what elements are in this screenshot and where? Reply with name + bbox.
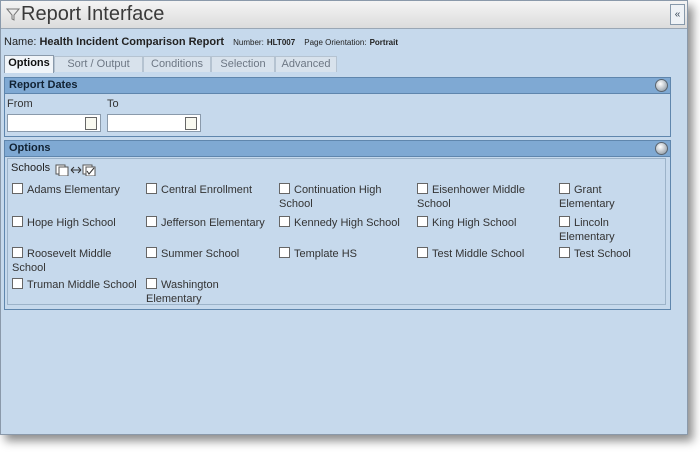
- school-label: Roosevelt Middle School: [12, 248, 112, 274]
- report-window: Report Interface « Name: Health Incident…: [0, 0, 688, 435]
- school-label: Central Enrollment: [161, 184, 253, 196]
- school-label: Jefferson Elementary: [161, 217, 265, 229]
- gear-icon[interactable]: [655, 79, 668, 92]
- calendar-icon[interactable]: [85, 117, 97, 130]
- to-date-input[interactable]: [107, 114, 201, 132]
- orientation-label: Page Orientation:: [304, 38, 367, 47]
- checkbox[interactable]: [417, 183, 428, 194]
- schools-label: Schools: [11, 162, 51, 174]
- school-label: Continuation High School: [279, 184, 382, 210]
- title-bar: Report Interface «: [1, 1, 687, 29]
- from-label: From: [7, 98, 33, 110]
- checkbox[interactable]: [417, 216, 428, 227]
- school-checkbox-item[interactable]: Truman Middle School: [12, 278, 140, 292]
- report-info: Name: Health Incident Comparison Report …: [4, 36, 398, 48]
- page-orientation: Portrait: [369, 38, 399, 47]
- tab-selection[interactable]: Selection: [211, 56, 275, 72]
- checkbox[interactable]: [12, 183, 23, 194]
- checkbox[interactable]: [417, 247, 428, 258]
- school-checkbox-item[interactable]: Jefferson Elementary: [146, 216, 276, 230]
- checkbox[interactable]: [559, 247, 570, 258]
- schools-box: Schools Adams Elementary Central Enrollme…: [7, 158, 666, 305]
- school-label: Summer School: [161, 248, 240, 260]
- report-name: Health Incident Comparison Report: [39, 36, 225, 48]
- to-label: To: [107, 98, 119, 110]
- school-checkbox-item[interactable]: Eisenhower Middle School: [417, 183, 557, 211]
- school-label: Template HS: [294, 248, 357, 260]
- tab-options[interactable]: Options: [4, 55, 54, 73]
- report-dates-panel: Report Dates From To: [4, 77, 671, 137]
- report-number: HLT007: [266, 38, 296, 47]
- checkbox[interactable]: [146, 278, 157, 289]
- school-checkbox-item[interactable]: Washington Elementary: [146, 278, 276, 306]
- school-checkbox-item[interactable]: Continuation High School: [279, 183, 414, 211]
- school-checkbox-item[interactable]: Lincoln Elementary: [559, 216, 659, 244]
- filter-icon: [6, 8, 20, 21]
- school-label: Hope High School: [27, 217, 116, 229]
- checkbox[interactable]: [279, 216, 290, 227]
- window-title: Report Interface: [21, 3, 165, 25]
- school-label: Kennedy High School: [294, 217, 400, 229]
- school-checkbox-item[interactable]: Kennedy High School: [279, 216, 414, 230]
- school-label: Truman Middle School: [27, 279, 137, 291]
- select-all-icon[interactable]: [55, 164, 99, 176]
- checkbox[interactable]: [146, 183, 157, 194]
- tab-sort-output[interactable]: Sort / Output: [54, 56, 143, 72]
- school-checkbox-item[interactable]: Template HS: [279, 247, 414, 261]
- school-checkbox-item[interactable]: Hope High School: [12, 216, 140, 230]
- checkbox[interactable]: [559, 216, 570, 227]
- school-label: King High School: [432, 217, 517, 229]
- tab-conditions[interactable]: Conditions: [143, 56, 211, 72]
- calendar-icon[interactable]: [185, 117, 197, 130]
- checkbox[interactable]: [146, 216, 157, 227]
- checkbox[interactable]: [279, 247, 290, 258]
- report-dates-title: Report Dates: [9, 79, 78, 91]
- school-label: Adams Elementary: [27, 184, 120, 196]
- checkbox[interactable]: [12, 247, 23, 258]
- school-checkbox-item[interactable]: Test Middle School: [417, 247, 557, 261]
- number-label: Number:: [233, 38, 264, 47]
- collapse-button[interactable]: «: [670, 4, 685, 25]
- options-panel: Options Schools Adams Elementary Central …: [4, 140, 671, 310]
- school-checkbox-item[interactable]: Roosevelt Middle School: [12, 247, 140, 275]
- school-label: Test School: [574, 248, 631, 260]
- checkbox[interactable]: [12, 216, 23, 227]
- gear-icon[interactable]: [655, 142, 668, 155]
- checkbox[interactable]: [559, 183, 570, 194]
- school-checkbox-item[interactable]: Central Enrollment: [146, 183, 276, 197]
- school-checkbox-item[interactable]: King High School: [417, 216, 557, 230]
- school-label: Test Middle School: [432, 248, 525, 260]
- school-checkbox-item[interactable]: Adams Elementary: [12, 183, 140, 197]
- tab-advanced[interactable]: Advanced: [275, 56, 337, 72]
- from-date-input[interactable]: [7, 114, 101, 132]
- checkbox[interactable]: [146, 247, 157, 258]
- school-label: Eisenhower Middle School: [417, 184, 525, 210]
- name-label: Name:: [4, 36, 37, 48]
- options-header: Options: [5, 141, 670, 157]
- checkbox[interactable]: [12, 278, 23, 289]
- options-title: Options: [9, 142, 51, 154]
- school-checkbox-item[interactable]: Test School: [559, 247, 659, 261]
- checkbox[interactable]: [279, 183, 290, 194]
- school-checkbox-item[interactable]: Grant Elementary: [559, 183, 659, 211]
- school-checkbox-item[interactable]: Summer School: [146, 247, 276, 261]
- report-dates-header: Report Dates: [5, 78, 670, 94]
